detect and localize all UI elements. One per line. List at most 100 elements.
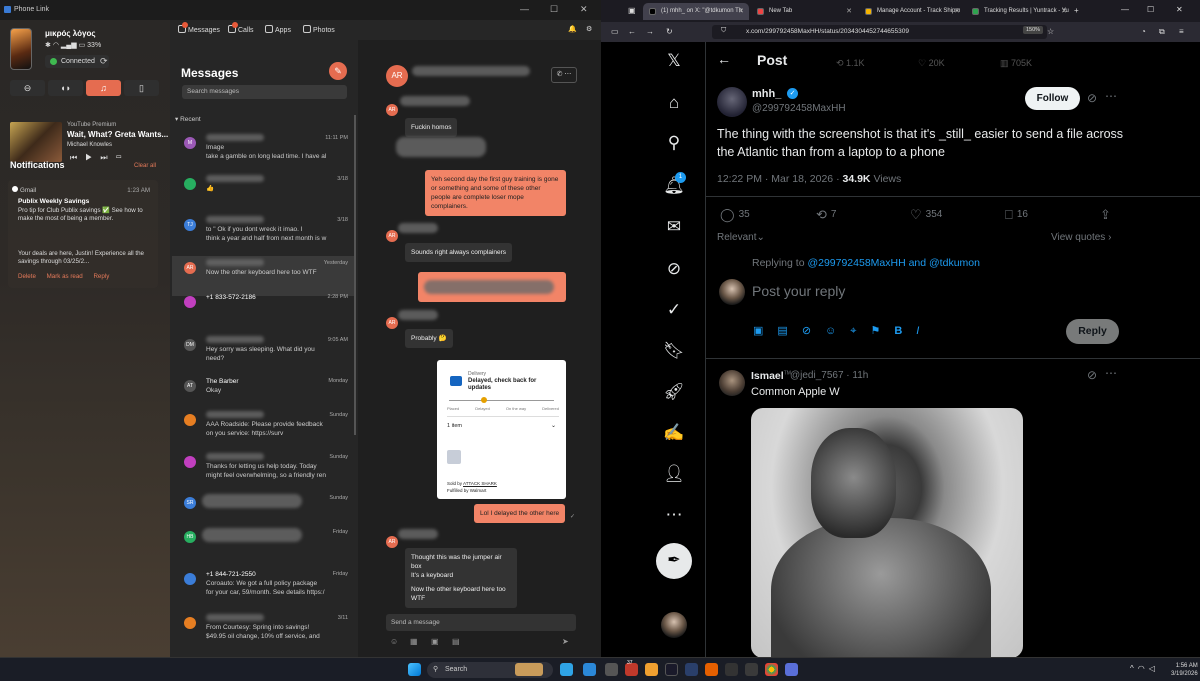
app-icon-5[interactable]: [745, 663, 758, 676]
emoji-icon[interactable]: ☺: [390, 637, 398, 646]
new-message-button[interactable]: ✎: [329, 62, 347, 80]
conversation-scrollbar[interactable]: [354, 115, 356, 435]
profile-icon[interactable]: 👤︎: [663, 463, 685, 485]
app-icon-6[interactable]: [785, 663, 798, 676]
author-name[interactable]: mhh_: [752, 88, 781, 100]
repost-stat[interactable]: ⟲ 7: [816, 207, 836, 223]
shield-icon[interactable]: ⛉: [721, 27, 726, 35]
zoom-level[interactable]: 150%: [1023, 26, 1044, 34]
sidebar-icon[interactable]: ▭: [611, 27, 619, 36]
close-icon[interactable]: ✕: [580, 4, 588, 15]
reply-link[interactable]: Reply: [93, 273, 109, 280]
reload-icon[interactable]: ↻: [666, 27, 673, 36]
home-icon[interactable]: ⌂: [663, 92, 685, 114]
next-icon[interactable]: ⏭: [100, 153, 115, 162]
media-icon[interactable]: ▣: [753, 325, 777, 337]
tab-close-icon[interactable]: ✕: [846, 7, 852, 15]
minimize-icon[interactable]: —: [1121, 5, 1129, 14]
browser-tab[interactable]: Tracking Results | Yuntrack - Yu ✕: [966, 3, 1072, 20]
back-icon[interactable]: ←: [628, 27, 636, 36]
view-quotes-link[interactable]: View quotes ›: [1051, 232, 1111, 243]
grok-icon[interactable]: ⊘: [802, 325, 825, 337]
conversation-item[interactable]: HB Friday: [172, 525, 354, 565]
search-messages-input[interactable]: Search messages: [182, 85, 347, 99]
sort-relevant-dropdown[interactable]: Relevant⌄: [717, 232, 765, 243]
address-input[interactable]: x.com/299792458MaxHH/status/203430445274…: [712, 25, 1047, 39]
screen-button[interactable]: ▯: [124, 80, 159, 96]
reply-button[interactable]: Reply: [1066, 319, 1119, 344]
tab-photos[interactable]: Photos: [303, 25, 335, 34]
delete-link[interactable]: Delete: [18, 273, 36, 280]
close-icon[interactable]: ✕: [1176, 5, 1183, 14]
tab-close-icon[interactable]: ✕: [954, 7, 960, 15]
browser-tab[interactable]: (1) mhh_ on X: "@tdkumon Th ✕: [643, 3, 749, 20]
jobs-rocket-icon[interactable]: 🚀︎: [663, 381, 685, 403]
tab-list-icon[interactable]: ▣: [628, 6, 636, 15]
tab-messages[interactable]: Messages: [178, 22, 220, 34]
comment-image[interactable]: [751, 408, 1023, 658]
comment-author-name[interactable]: IsmaelTM: [751, 370, 791, 382]
messages-mail-icon[interactable]: ✉: [663, 216, 685, 238]
taskbar-clock[interactable]: 1:56 AM 3/19/2026: [1171, 662, 1198, 678]
notification-bell-icon[interactable]: 🔔: [568, 25, 577, 33]
italic-icon[interactable]: I: [916, 325, 933, 337]
clear-all-link[interactable]: Clear all: [134, 163, 156, 169]
communities-icon[interactable]: ✍: [663, 422, 685, 444]
grok-explain-icon[interactable]: ⊘: [1087, 368, 1097, 382]
mail-app-icon[interactable]: 37: [625, 660, 638, 676]
conversation-item[interactable]: Sunday Thanks for letting us help today. …: [172, 450, 354, 490]
comment-author-handle[interactable]: @jedi_7567 · 11h: [790, 370, 868, 381]
more-options-icon[interactable]: ⋯: [663, 504, 685, 526]
verified-orgs-icon[interactable]: ✓: [663, 299, 685, 321]
forward-icon[interactable]: →: [646, 27, 654, 36]
new-tab-icon[interactable]: +: [1074, 6, 1079, 15]
settings-icon[interactable]: ⚙: [586, 25, 592, 33]
edge-icon[interactable]: [560, 663, 573, 676]
conversation-item[interactable]: TJ 3/18 to " Ok if you dont wreck it imao.…: [172, 213, 354, 253]
tab-close-icon[interactable]: ✕: [738, 7, 744, 15]
emoji-icon[interactable]: ☺: [825, 325, 850, 337]
bold-icon[interactable]: B: [894, 325, 916, 337]
attach-icon[interactable]: ▤: [452, 637, 460, 646]
media-button[interactable]: ♫: [86, 80, 121, 96]
image-icon[interactable]: ▣: [431, 637, 439, 646]
gif-icon[interactable]: ▤: [777, 325, 801, 337]
post-time[interactable]: 12:22 PM · Mar 18, 2026 ·: [717, 173, 840, 185]
gif-icon[interactable]: ▦: [410, 637, 418, 646]
tab-apps[interactable]: Apps: [265, 25, 291, 34]
expand-chevron-icon[interactable]: ⌄: [551, 422, 556, 429]
start-windows-icon[interactable]: [408, 663, 421, 676]
extensions-icon[interactable]: ⧉: [1159, 27, 1165, 37]
previous-icon[interactable]: ⏮: [70, 153, 85, 162]
play-icon[interactable]: ▶: [85, 153, 100, 162]
tab-close-icon[interactable]: ✕: [1061, 7, 1067, 15]
app-icon-4[interactable]: [725, 663, 738, 676]
compose-post-button[interactable]: ✒: [656, 543, 692, 579]
app-icon-2[interactable]: [645, 663, 658, 676]
cast-icon[interactable]: ▭: [116, 153, 130, 162]
location-icon[interactable]: ⌖: [850, 325, 870, 337]
conversation-item[interactable]: +1 833-572-2186 2:28 PM: [172, 290, 354, 330]
browser-tab[interactable]: Manage Account - Track Shipm ✕: [859, 3, 965, 20]
dnd-button[interactable]: ⊖: [10, 80, 45, 96]
comment-avatar[interactable]: [719, 370, 745, 396]
follow-button[interactable]: Follow: [1025, 87, 1080, 110]
post-more-icon[interactable]: ⋯: [1105, 89, 1117, 103]
mark-as-read-link[interactable]: Mark as read: [47, 273, 83, 280]
conversation-item[interactable]: M 11:11 PM Image take a gamble on long lea…: [172, 131, 354, 171]
explore-search-icon[interactable]: ⚲: [663, 132, 685, 154]
back-arrow-icon[interactable]: ←: [717, 51, 731, 67]
audio-button[interactable]: ◖◗: [48, 80, 83, 96]
pocket-icon[interactable]: ◔: [1141, 27, 1146, 36]
send-message-input[interactable]: Send a message: [386, 614, 576, 631]
reply-input[interactable]: Post your reply: [752, 283, 845, 299]
like-stat[interactable]: ♡ 354: [910, 207, 942, 223]
conversation-item[interactable]: DM 9:05 AM Hey sorry was sleeping. What di…: [172, 333, 354, 373]
refresh-icon[interactable]: ⟳: [100, 56, 108, 67]
bookmarks-icon[interactable]: 🔖︎: [663, 340, 685, 362]
bookmark-star-icon[interactable]: ☆: [1047, 27, 1054, 36]
conversation-item[interactable]: +1 844-721-2550 Friday Coroauto: We got a …: [172, 567, 354, 607]
account-avatar[interactable]: [661, 612, 687, 638]
tab-calls[interactable]: Calls: [228, 22, 254, 34]
notification-card[interactable]: Gmail 1:23 AM Publix Weekly Savings Pro …: [8, 180, 158, 288]
